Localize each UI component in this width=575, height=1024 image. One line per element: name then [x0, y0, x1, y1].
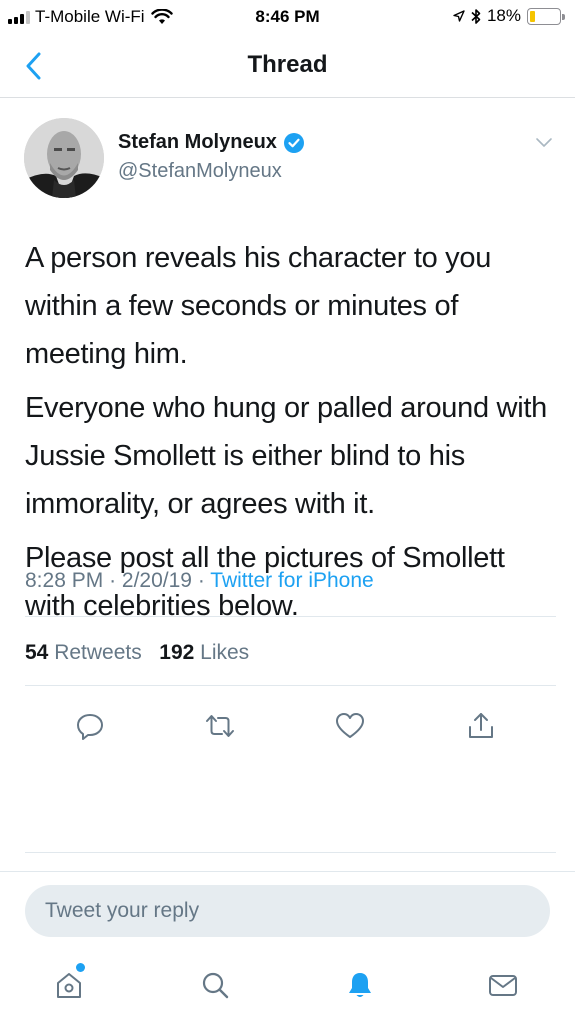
tweet-meta: 8:28 PM · 2/20/19 · Twitter for iPhone [25, 569, 374, 593]
tab-messages[interactable] [481, 963, 525, 1007]
author-name-row[interactable]: Stefan Molyneux [118, 131, 305, 154]
like-icon [336, 713, 364, 738]
share-icon [469, 713, 493, 738]
avatar-portrait-image [24, 118, 104, 198]
status-right: 18% [453, 6, 565, 26]
verified-badge-icon [283, 132, 304, 153]
chevron-down-icon [536, 138, 552, 147]
tab-home[interactable] [47, 963, 91, 1007]
reply-button[interactable] [68, 704, 112, 748]
share-button[interactable] [459, 704, 503, 748]
retweet-icon [206, 715, 234, 737]
meta-separator: · [109, 569, 117, 592]
tab-bar [0, 945, 575, 1024]
tweet-source-link[interactable]: Twitter for iPhone [210, 569, 373, 592]
retweets-count: 54 [25, 641, 49, 664]
retweets-stat[interactable]: 54 Retweets [25, 641, 142, 664]
reply-icon [77, 714, 103, 740]
retweets-label: Retweets [54, 641, 142, 664]
author-name: Stefan Molyneux [118, 131, 277, 153]
messages-icon [489, 975, 517, 996]
battery-level [530, 10, 536, 22]
tweet-actions [0, 704, 575, 748]
status-bar: T-Mobile Wi-Fi 8:46 PM 18% [0, 0, 575, 34]
battery-percent: 18% [486, 6, 521, 25]
search-icon [202, 972, 229, 999]
tweet-date: 2/20/19 [121, 569, 192, 592]
tweet-stats: 54 Retweets 192 Likes [25, 641, 249, 665]
page-title: Thread [247, 51, 328, 78]
tab-notifications[interactable] [338, 963, 382, 1007]
avatar[interactable] [24, 118, 104, 198]
home-icon [57, 973, 81, 998]
location-icon [453, 10, 465, 22]
likes-stat[interactable]: 192 Likes [159, 641, 249, 664]
tweet-paragraph: Everyone who hung or palled around with … [25, 392, 547, 520]
likes-label: Likes [200, 641, 250, 664]
retweet-button[interactable] [198, 704, 242, 748]
author-handle[interactable]: @StefanMolyneux [118, 160, 282, 183]
battery-icon [527, 7, 565, 25]
reply-input[interactable] [25, 885, 550, 937]
divider [25, 685, 556, 686]
likes-count: 192 [159, 641, 195, 664]
like-button[interactable] [328, 704, 372, 748]
tweet-time: 8:28 PM [25, 569, 104, 592]
notifications-icon [349, 973, 371, 997]
meta-separator: · [197, 569, 205, 592]
tweet-menu-button[interactable] [535, 136, 553, 154]
divider [25, 852, 556, 853]
tweet-paragraph: A person reveals his character to you wi… [25, 242, 492, 370]
new-content-dot [76, 963, 85, 972]
nav-bar: Thread [0, 34, 575, 98]
divider [25, 616, 556, 617]
battery-cap [562, 13, 565, 20]
tab-search[interactable] [193, 963, 237, 1007]
bluetooth-icon [471, 8, 481, 24]
